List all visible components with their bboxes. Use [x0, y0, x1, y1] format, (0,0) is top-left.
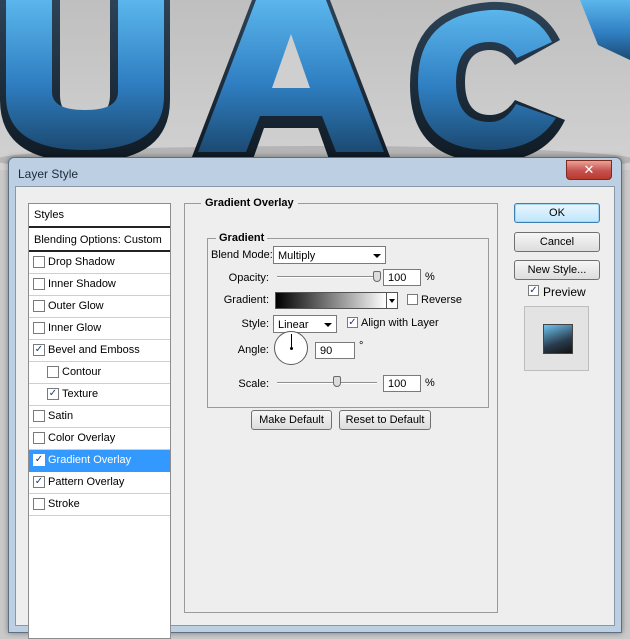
ok-label: OK: [549, 207, 565, 219]
blending-options-label: Blending Options: Custom: [34, 234, 162, 246]
scale-input[interactable]: 100: [383, 375, 421, 392]
style-item-label: Outer Glow: [48, 300, 104, 312]
blend-mode-select[interactable]: Multiply: [273, 246, 386, 264]
style-item-checkbox[interactable]: [33, 498, 45, 510]
angle-label: Angle:: [237, 344, 269, 356]
angle-hub: [290, 347, 293, 350]
style-item-checkbox[interactable]: [33, 322, 45, 334]
style-item-inner-glow[interactable]: Inner Glow: [29, 318, 170, 340]
style-label: Style:: [241, 318, 269, 330]
styles-list: Styles Blending Options: Custom Drop Sha…: [28, 203, 171, 639]
style-item-stroke[interactable]: Stroke: [29, 494, 170, 516]
style-item-checkbox[interactable]: [33, 432, 45, 444]
style-item-label: Inner Shadow: [48, 278, 116, 290]
scale-slider-thumb[interactable]: [333, 376, 341, 387]
ok-button[interactable]: OK: [514, 203, 600, 223]
gradient-swatch[interactable]: [275, 292, 387, 309]
title-bar[interactable]: Layer Style ✕: [9, 158, 621, 186]
angle-input[interactable]: 90: [315, 342, 355, 359]
panel-title: Gradient Overlay: [201, 197, 298, 209]
style-item-bevel-and-emboss[interactable]: ✓ Bevel and Emboss: [29, 340, 170, 362]
opacity-slider-thumb[interactable]: [373, 271, 381, 282]
chevron-down-icon: [373, 254, 381, 258]
align-with-layer-checkbox[interactable]: ✓: [347, 317, 358, 328]
style-item-label: Color Overlay: [48, 432, 116, 444]
angle-dial[interactable]: [274, 331, 308, 365]
gradient-label: Gradient:: [223, 294, 269, 306]
style-item-label: Bevel and Emboss: [48, 344, 140, 356]
layer-style-dialog: Layer Style ✕ Styles Blending Options: C…: [8, 157, 622, 639]
blend-mode-value: Multiply: [278, 250, 316, 262]
style-item-checkbox[interactable]: ✓: [33, 476, 45, 488]
scale-unit: %: [425, 377, 435, 389]
gradient-picker-arrow[interactable]: [386, 292, 398, 309]
style-item-drop-shadow[interactable]: Drop Shadow: [29, 252, 170, 274]
preview-swatch: [543, 324, 573, 354]
styles-header[interactable]: Styles: [29, 204, 170, 228]
style-item-checkbox[interactable]: [47, 366, 59, 378]
new-style-button[interactable]: New Style...: [514, 260, 600, 280]
dialog-title: Layer Style: [18, 167, 79, 181]
style-item-contour[interactable]: Contour: [29, 362, 170, 384]
cancel-button[interactable]: Cancel: [514, 232, 600, 252]
opacity-slider-track[interactable]: [277, 276, 377, 278]
opacity-value: 100: [388, 272, 407, 284]
dialog-client-area: Styles Blending Options: Custom Drop Sha…: [15, 186, 615, 639]
reverse-label: Reverse: [421, 294, 462, 306]
scale-slider-track[interactable]: [277, 382, 377, 384]
style-item-label: Pattern Overlay: [48, 476, 125, 488]
angle-unit: °: [359, 340, 364, 352]
chevron-down-icon: [324, 323, 332, 327]
opacity-input[interactable]: 100: [383, 269, 421, 286]
make-default-button[interactable]: Make Default: [251, 410, 332, 430]
style-item-inner-shadow[interactable]: Inner Shadow: [29, 274, 170, 296]
style-item-checkbox[interactable]: [33, 278, 45, 290]
style-item-checkbox[interactable]: ✓: [33, 344, 45, 356]
style-item-checkbox[interactable]: ✓: [33, 454, 45, 466]
opacity-unit: %: [425, 271, 435, 283]
preview-thumbnail: [524, 306, 589, 371]
cancel-label: Cancel: [539, 236, 575, 248]
reverse-checkbox[interactable]: [407, 294, 418, 305]
new-style-label: New Style...: [527, 264, 587, 276]
make-default-label: Make Default: [259, 414, 324, 426]
style-item-checkbox[interactable]: [33, 410, 45, 422]
reset-to-default-label: Reset to Default: [345, 414, 425, 426]
scale-value: 100: [388, 378, 407, 390]
style-item-label: Contour: [62, 366, 102, 378]
styles-header-label: Styles: [34, 209, 64, 221]
preview-checkbox[interactable]: ✓: [528, 285, 539, 296]
style-item-checkbox[interactable]: [33, 256, 45, 268]
style-item-label: Inner Glow: [48, 322, 102, 334]
gradient-overlay-panel: Gradient Overlay Gradient Blend Mode: Mu…: [184, 197, 498, 613]
blending-options-item[interactable]: Blending Options: Custom: [29, 229, 170, 252]
close-button[interactable]: ✕: [566, 160, 612, 180]
style-item-outer-glow[interactable]: Outer Glow: [29, 296, 170, 318]
style-value: Linear: [278, 319, 309, 331]
style-item-color-overlay[interactable]: Color Overlay: [29, 428, 170, 450]
style-item-label: Gradient Overlay: [48, 454, 132, 466]
style-item-label: Stroke: [48, 498, 80, 510]
preview-label: Preview: [543, 285, 586, 299]
style-item-label: Satin: [48, 410, 74, 422]
angle-value: 90: [320, 345, 333, 357]
style-item-label: Drop Shadow: [48, 256, 115, 268]
scale-label: Scale:: [238, 378, 269, 390]
style-item-label: Texture: [62, 388, 99, 400]
style-item-texture[interactable]: ✓ Texture: [29, 384, 170, 406]
opacity-label: Opacity:: [228, 272, 269, 284]
align-with-layer-label: Align with Layer: [361, 317, 439, 329]
reset-to-default-button[interactable]: Reset to Default: [339, 410, 431, 430]
style-item-gradient-overlay[interactable]: ✓ Gradient Overlay: [29, 450, 170, 472]
style-item-checkbox[interactable]: [33, 300, 45, 312]
blend-mode-label: Blend Mode:: [211, 249, 273, 261]
close-icon: ✕: [583, 162, 595, 177]
style-item-checkbox[interactable]: ✓: [47, 388, 59, 400]
style-item-pattern-overlay[interactable]: ✓ Pattern Overlay: [29, 472, 170, 494]
group-title: Gradient: [216, 232, 268, 244]
style-item-satin[interactable]: Satin: [29, 406, 170, 428]
background-artwork: [0, 0, 630, 170]
style-select[interactable]: Linear: [273, 315, 337, 333]
